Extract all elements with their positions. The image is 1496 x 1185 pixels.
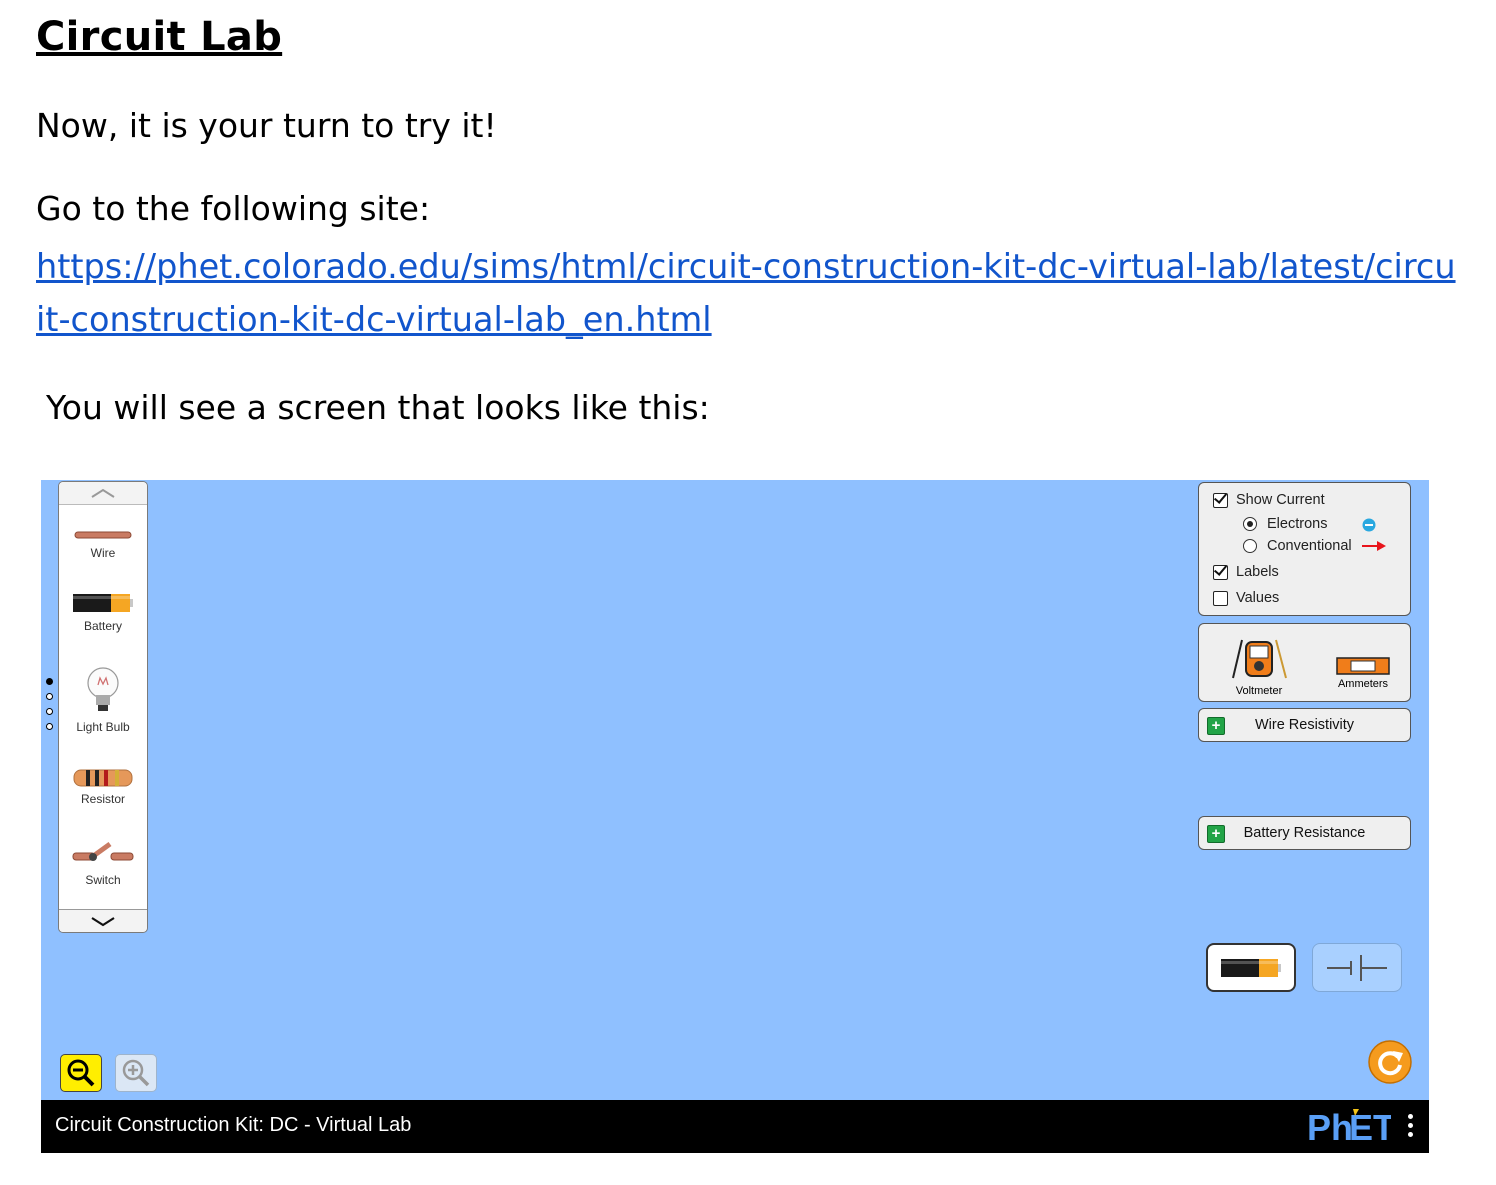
sim-title: Circuit Construction Kit: DC - Virtual L…: [55, 1114, 412, 1136]
sensor-toolbox-panel: Voltmeter Ammeters: [1198, 623, 1411, 702]
values-label: Values: [1236, 590, 1280, 606]
reset-all-icon[interactable]: [1368, 1040, 1412, 1084]
page-dot[interactable]: [46, 678, 53, 685]
page-dot[interactable]: [46, 693, 53, 700]
checkbox-checked-icon: [1213, 492, 1228, 508]
toolbox-scroll-up-button[interactable]: [59, 482, 147, 505]
toolbox-item-light-bulb[interactable]: Light Bulb: [59, 665, 147, 734]
values-checkbox[interactable]: Values: [1213, 590, 1279, 606]
wire-resistivity-accordion[interactable]: + Wire Resistivity: [1198, 708, 1411, 742]
wire-icon: [74, 531, 132, 539]
show-current-checkbox[interactable]: Show Current: [1213, 492, 1325, 508]
intro-text: Now, it is your turn to try it!: [36, 106, 497, 145]
current-arrow-icon: [1362, 541, 1386, 551]
electron-icon: [1362, 518, 1376, 532]
battery-icon: [1221, 958, 1281, 977]
zoom-in-button[interactable]: [115, 1054, 157, 1092]
document-title: Circuit Lab: [36, 14, 283, 60]
zoom-out-button[interactable]: [60, 1054, 102, 1092]
menu-dots-icon[interactable]: [1408, 1114, 1413, 1141]
battery-resistance-accordion[interactable]: + Battery Resistance: [1198, 816, 1411, 850]
simulation-link[interactable]: https://phet.colorado.edu/sims/html/circ…: [36, 240, 1456, 346]
zoom-in-icon: [122, 1059, 150, 1087]
light-bulb-icon: [87, 667, 119, 711]
labels-label: Labels: [1236, 564, 1279, 580]
ammeter-tool[interactable]: Ammeters: [1323, 656, 1403, 690]
simulation-screenshot: Wire Battery Light Bulb Resistor Switch …: [41, 480, 1429, 1153]
toolbox-item-label: Wire: [90, 546, 116, 560]
conventional-label: Conventional: [1267, 538, 1352, 554]
conventional-radio[interactable]: Conventional: [1243, 538, 1352, 554]
toolbox-item-battery[interactable]: Battery: [59, 592, 147, 633]
toolbox-item-switch[interactable]: Switch: [59, 840, 147, 887]
page-dot[interactable]: [46, 708, 53, 715]
switch-icon: [72, 841, 134, 861]
zoom-out-icon: [67, 1059, 95, 1087]
checkbox-unchecked-icon: [1213, 590, 1228, 606]
ammeter-icon: [1336, 657, 1390, 675]
display-options-panel: Show Current Electrons Conventional Labe…: [1198, 482, 1411, 616]
toolbox-item-label: Light Bulb: [76, 720, 130, 734]
battery-resistance-label: Battery Resistance: [1243, 825, 1366, 841]
voltmeter-icon: [1232, 639, 1287, 679]
electrons-radio[interactable]: Electrons: [1243, 516, 1327, 532]
battery-icon: [73, 594, 133, 612]
see-screen-text: You will see a screen that looks like th…: [46, 388, 710, 427]
toolbox-page-indicator[interactable]: [46, 678, 53, 738]
radio-unselected-icon: [1243, 539, 1257, 553]
toolbox-item-label: Battery: [83, 619, 122, 633]
checkbox-checked-icon: [1213, 564, 1228, 580]
labels-checkbox[interactable]: Labels: [1213, 564, 1279, 580]
lifelike-view-button[interactable]: [1206, 943, 1296, 992]
voltmeter-tool[interactable]: Voltmeter: [1217, 632, 1301, 697]
page-dot[interactable]: [46, 723, 53, 730]
toolbox-item-wire[interactable]: Wire: [59, 528, 147, 560]
wire-resistivity-label: Wire Resistivity: [1254, 717, 1355, 733]
voltmeter-label: Voltmeter: [1235, 685, 1283, 697]
toolbox-scroll-down-button[interactable]: [59, 909, 147, 932]
resistor-icon: [73, 769, 133, 787]
toolbox-item-resistor[interactable]: Resistor: [59, 769, 147, 806]
instruction-text: Go to the following site:: [36, 189, 431, 228]
toolbox-item-label: Switch: [85, 873, 121, 887]
chevron-down-icon: [91, 917, 115, 927]
schematic-battery-icon: [1327, 954, 1387, 981]
toolbox-item-label: Resistor: [80, 792, 125, 806]
sim-navigation-bar: Circuit Construction Kit: DC - Virtual L…: [41, 1100, 1429, 1153]
chevron-up-icon: [91, 488, 115, 498]
svg-text:Ph: Ph: [1307, 1107, 1353, 1145]
radio-selected-icon: [1243, 517, 1257, 531]
schematic-view-button[interactable]: [1312, 943, 1402, 992]
electrons-label: Electrons: [1267, 516, 1328, 532]
phet-logo-icon[interactable]: Ph ET: [1307, 1107, 1391, 1145]
ammeters-label: Ammeters: [1337, 678, 1389, 690]
component-toolbox: Wire Battery Light Bulb Resistor Switch: [58, 481, 148, 933]
show-current-label: Show Current: [1236, 492, 1325, 508]
